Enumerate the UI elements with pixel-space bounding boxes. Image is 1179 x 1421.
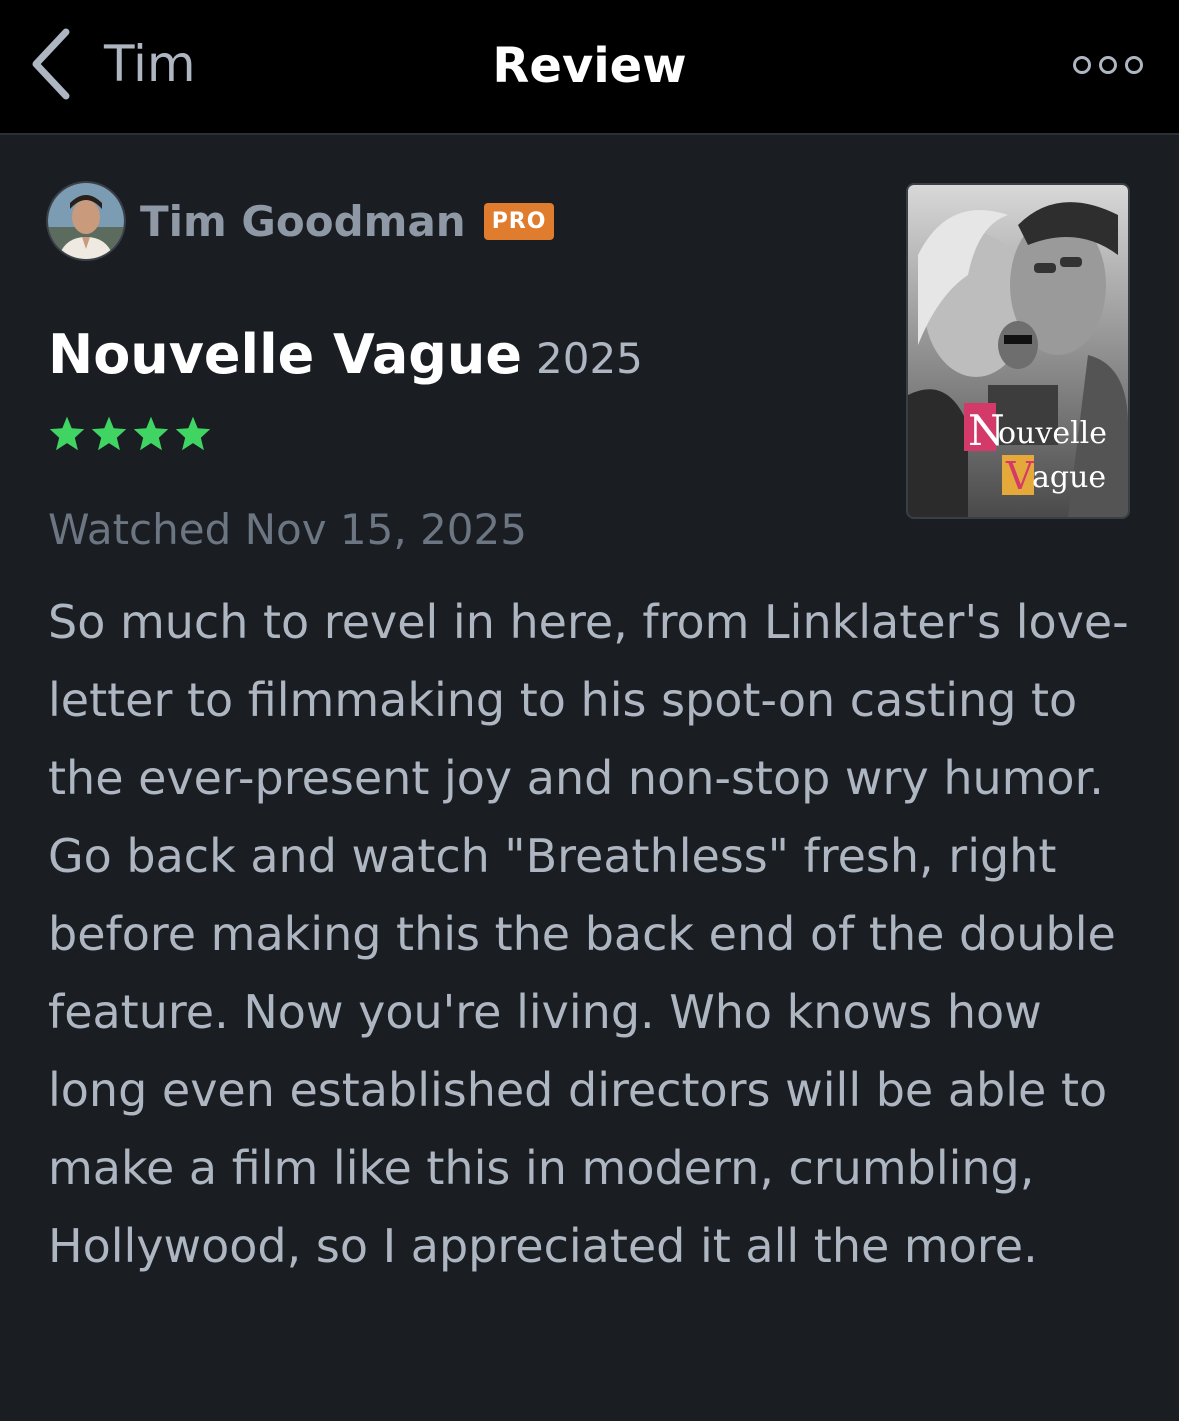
star-rating (48, 415, 212, 451)
film-title[interactable]: Nouvelle Vague (48, 323, 522, 386)
pro-badge: PRO (483, 202, 555, 240)
avatar[interactable] (48, 183, 124, 259)
star-icon (49, 416, 85, 451)
poster-title-initial-v: V (1005, 454, 1034, 498)
film-year[interactable]: 2025 (536, 334, 643, 383)
more-horizontal-icon (1073, 56, 1091, 74)
review-content: Tim Goodman PRO Nouvelle Vague 2025 Watc… (0, 135, 1179, 1421)
film-poster[interactable]: N ouvelle V ague (906, 183, 1130, 519)
review-text: So much to revel in here, from Linklater… (48, 595, 1129, 1273)
poster-title-line1: ouvelle (998, 416, 1107, 451)
more-options-button[interactable] (1073, 56, 1143, 74)
page-title: Review (492, 38, 687, 94)
author-row: Tim Goodman PRO (48, 183, 555, 259)
star-icon (175, 416, 211, 451)
author-name[interactable]: Tim Goodman (140, 197, 466, 246)
navigation-bar: Tim Review (0, 0, 1179, 135)
watched-date: Watched Nov 15, 2025 (48, 505, 527, 554)
star-icon (91, 416, 127, 451)
poster-title-line2: ague (1032, 460, 1106, 495)
film-title-line: Nouvelle Vague 2025 (48, 323, 643, 386)
star-icon (133, 416, 169, 451)
